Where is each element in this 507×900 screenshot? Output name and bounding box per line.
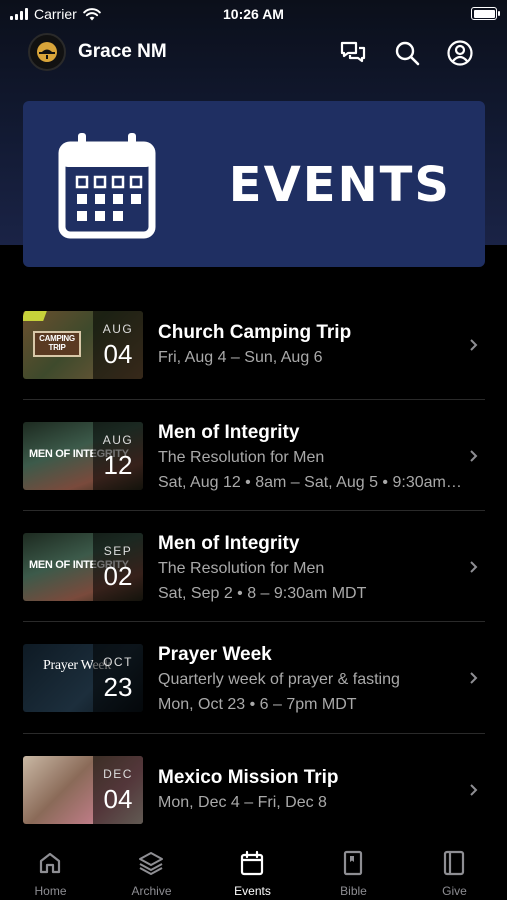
status-bar: Carrier 10:26 AM: [0, 0, 507, 30]
event-subtitle: Quarterly week of prayer & fasting: [158, 671, 400, 688]
event-month: AUG: [102, 322, 134, 336]
event-dates: Sat, Aug 12 • 8am – Sat, Aug 5 • 9:30am …: [158, 474, 463, 491]
divider: [23, 621, 485, 622]
date-badge: AUG 04: [93, 311, 143, 379]
tab-bible[interactable]: Bible: [303, 838, 404, 900]
event-month: OCT: [103, 655, 133, 669]
profile-icon[interactable]: [446, 39, 474, 67]
date-badge: SEP 02: [93, 533, 143, 601]
chevron-right-icon: [470, 672, 478, 684]
event-item[interactable]: DEC 04 Mexico Mission Trip Mon, Dec 4 – …: [23, 756, 485, 824]
event-thumbnail: MEN OF INTEGRITY SEP 02: [23, 533, 143, 601]
date-badge: DEC 04: [93, 756, 143, 824]
app-title: Grace NM: [78, 41, 167, 62]
event-title: Men of Integrity: [158, 422, 300, 443]
event-day: 12: [103, 450, 133, 480]
church-logo[interactable]: [28, 33, 66, 71]
event-thumbnail: MEN OF INTEGRITY AUG 12: [23, 422, 143, 490]
thumb-overlay-text: CAMPING TRIP: [39, 334, 75, 352]
event-day: 04: [103, 784, 133, 814]
event-thumbnail: DEC 04: [23, 756, 143, 824]
events-banner: EVENTS: [23, 101, 485, 267]
search-icon[interactable]: [393, 39, 421, 67]
event-thumbnail: Prayer Week OCT 23: [23, 644, 143, 712]
tab-archive[interactable]: Archive: [101, 838, 202, 900]
event-title: Prayer Week: [158, 644, 272, 665]
event-dates: Fri, Aug 4 – Sun, Aug 6: [158, 349, 323, 366]
app-header: Grace NM: [0, 30, 507, 76]
chevron-right-icon: [470, 561, 478, 573]
tab-bar: Home Archive Events Bible Give: [0, 838, 507, 900]
event-month: SEP: [103, 544, 133, 558]
layers-icon: [139, 852, 163, 875]
event-item[interactable]: MEN OF INTEGRITY AUG 12 Men of Integrity…: [23, 422, 485, 491]
tab-label: Home: [34, 884, 67, 898]
book-icon: [343, 850, 363, 876]
event-title: Mexico Mission Trip: [158, 767, 339, 788]
event-item[interactable]: CAMPING TRIP AUG 04 Church Camping Trip …: [23, 311, 485, 379]
tab-home[interactable]: Home: [0, 838, 101, 900]
tab-label: Archive: [131, 884, 172, 898]
calendar-icon: [240, 850, 264, 876]
event-month: AUG: [102, 433, 134, 447]
chevron-right-icon: [470, 339, 478, 351]
date-badge: OCT 23: [93, 644, 143, 712]
tab-label: Events: [234, 884, 271, 898]
divider: [23, 510, 485, 511]
event-item[interactable]: MEN OF INTEGRITY SEP 02 Men of Integrity…: [23, 533, 485, 602]
event-month: DEC: [103, 767, 133, 781]
event-day: 23: [103, 672, 133, 702]
divider: [23, 399, 485, 400]
status-time: 10:26 AM: [223, 6, 284, 22]
calendar-icon: [58, 133, 156, 239]
tab-give[interactable]: Give: [404, 838, 505, 900]
give-icon: [443, 850, 465, 876]
home-icon: [39, 852, 61, 874]
chevron-right-icon: [470, 450, 478, 462]
date-badge: AUG 12: [93, 422, 143, 490]
chat-icon[interactable]: [339, 39, 367, 67]
tab-events[interactable]: Events: [202, 838, 303, 900]
event-item[interactable]: Prayer Week OCT 23 Prayer Week Quarterly…: [23, 644, 485, 713]
event-dates: Mon, Dec 4 – Fri, Dec 8: [158, 794, 327, 811]
event-title: Church Camping Trip: [158, 322, 352, 343]
tab-label: Bible: [340, 884, 367, 898]
battery-icon: [471, 7, 500, 20]
event-dates: Mon, Oct 23 • 6 – 7pm MDT: [158, 696, 357, 713]
event-dates: Sat, Sep 2 • 8 – 9:30am MDT: [158, 585, 367, 602]
tab-label: Give: [442, 884, 467, 898]
banner-title: EVENTS: [228, 157, 451, 213]
event-thumbnail: CAMPING TRIP AUG 04: [23, 311, 143, 379]
event-day: 02: [103, 561, 133, 591]
event-subtitle: The Resolution for Men: [158, 449, 325, 466]
event-subtitle: The Resolution for Men: [158, 560, 325, 577]
event-title: Men of Integrity: [158, 533, 300, 554]
event-day: 04: [103, 339, 133, 369]
chevron-right-icon: [470, 784, 478, 796]
divider: [23, 733, 485, 734]
logo-mark-icon: [37, 42, 57, 62]
